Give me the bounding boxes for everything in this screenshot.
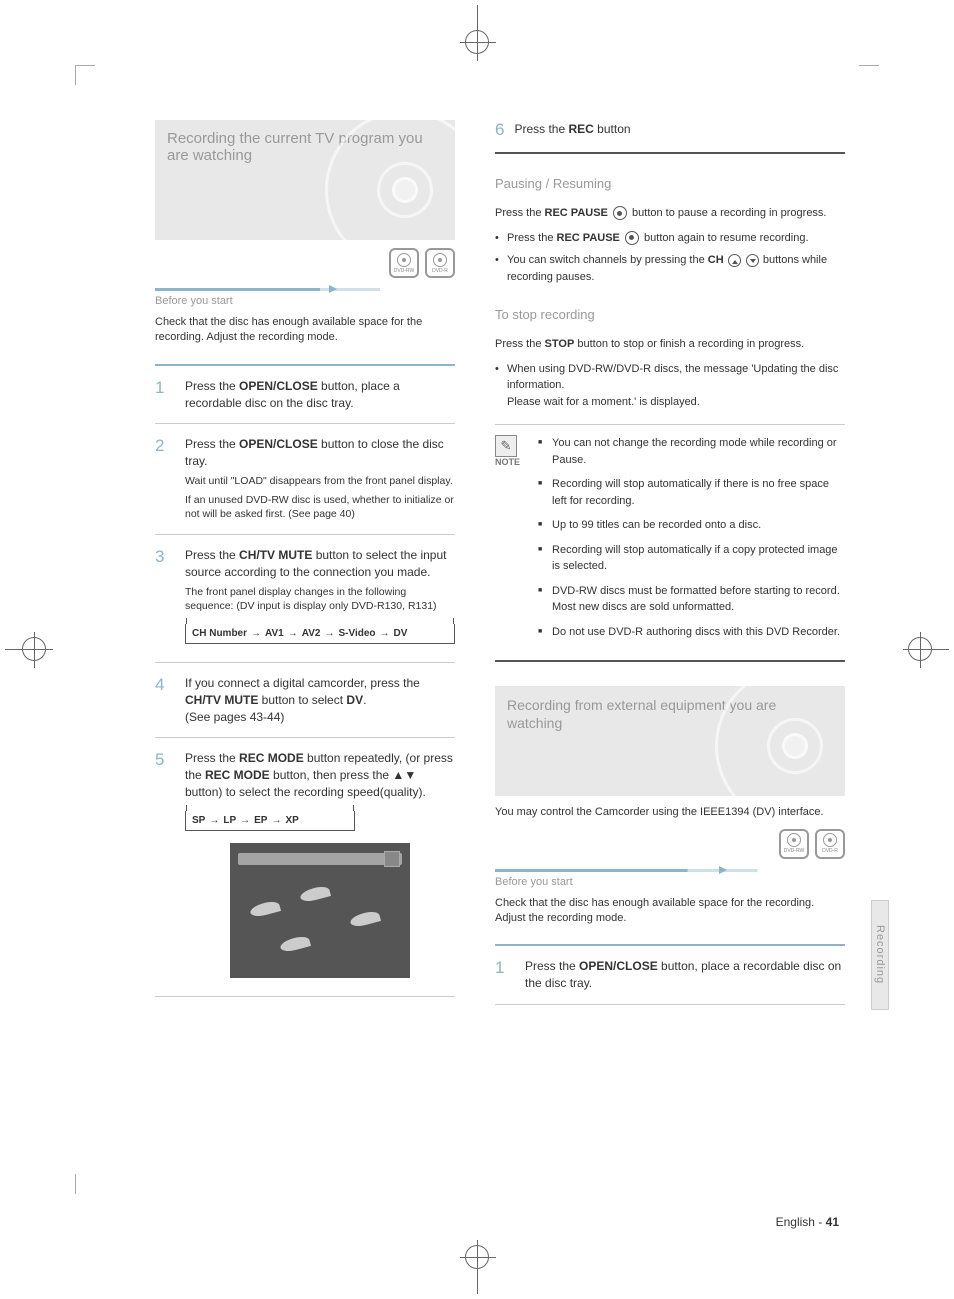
step-text: Press the OPEN/CLOSE button, place a rec… bbox=[185, 378, 455, 412]
step-number: 1 bbox=[495, 958, 504, 978]
seq-item: XP bbox=[285, 815, 298, 826]
disc-art-icon bbox=[715, 686, 845, 796]
section-hero: Recording the current TV program you are… bbox=[155, 120, 455, 240]
seq-item: SP bbox=[192, 815, 205, 826]
channel-up-icon bbox=[728, 254, 741, 267]
registration-mark-icon bbox=[908, 637, 932, 661]
trim-corner bbox=[75, 65, 95, 85]
seq-item: AV1 bbox=[265, 628, 284, 639]
separator bbox=[155, 737, 455, 738]
separator bbox=[155, 996, 455, 997]
disc-type-badges: DVD-RW DVD-R bbox=[495, 829, 845, 859]
accent-bar bbox=[155, 288, 455, 291]
registration-mark-icon bbox=[465, 1245, 489, 1269]
rec-pause-icon bbox=[613, 206, 627, 220]
step-number: 5 bbox=[155, 750, 164, 770]
footer-language: English - bbox=[776, 1215, 826, 1229]
step-text: Press the CH/TV MUTE button to select th… bbox=[185, 547, 455, 581]
trim-corner bbox=[859, 65, 879, 85]
step-number: 2 bbox=[155, 436, 164, 456]
step-note: Wait until "LOAD" disappears from the fr… bbox=[185, 474, 455, 489]
page-footer: English - 41 bbox=[776, 1215, 839, 1229]
step-note: If an unused DVD-RW disc is used, whethe… bbox=[185, 493, 455, 522]
dvd-rw-badge-icon: DVD-RW bbox=[779, 829, 809, 859]
page-number: 41 bbox=[826, 1215, 839, 1229]
list-item: You can not change the recording mode wh… bbox=[538, 435, 845, 468]
sequence-box: SP→ LP→ EP→ XP bbox=[185, 811, 355, 831]
dvd-r-badge-icon: DVD-R bbox=[425, 248, 455, 278]
page-content: Recording the current TV program you are… bbox=[155, 120, 845, 1017]
intro-text: Check that the disc has enough available… bbox=[155, 315, 455, 346]
step-1: 1 Press the OPEN/CLOSE button, place a r… bbox=[155, 378, 455, 412]
note-icon: ✎ bbox=[495, 435, 517, 457]
step-text: Press the OPEN/CLOSE button to close the… bbox=[185, 436, 455, 470]
before-you-start-label: Before you start bbox=[155, 293, 455, 307]
rule bbox=[495, 152, 845, 154]
note-box: ✎ NOTE You can not change the recording … bbox=[495, 424, 845, 662]
disc-art-icon bbox=[325, 120, 455, 240]
disc-type-badges: DVD-RW DVD-R bbox=[155, 248, 455, 278]
list-item: Up to 99 titles can be recorded onto a d… bbox=[538, 517, 845, 534]
dvd-r-badge-icon: DVD-R bbox=[815, 829, 845, 859]
seq-item: S-Video bbox=[338, 628, 375, 639]
list-item: Recording will stop automatically if the… bbox=[538, 476, 845, 509]
seq-item: AV2 bbox=[302, 628, 321, 639]
list-item: DVD-RW discs must be formatted before st… bbox=[538, 583, 845, 616]
rule bbox=[495, 944, 845, 946]
seq-item: LP bbox=[223, 815, 236, 826]
step-number: 4 bbox=[155, 675, 164, 695]
side-tab: Recording bbox=[871, 900, 889, 1010]
dvd-rw-badge-icon: DVD-RW bbox=[389, 248, 419, 278]
rule bbox=[155, 364, 455, 366]
list-item: Press the REC PAUSE button again to resu… bbox=[507, 230, 845, 247]
step-4: 4 If you connect a digital camcorder, pr… bbox=[155, 675, 455, 725]
step-3: 3 Press the CH/TV MUTE button to select … bbox=[155, 547, 455, 644]
step-number: 6 bbox=[495, 120, 504, 140]
separator bbox=[155, 534, 455, 535]
step-5: 5 Press the REC MODE button repeatedly, … bbox=[155, 750, 455, 977]
step-text: If you connect a digital camcorder, pres… bbox=[185, 675, 455, 725]
seq-item: CH Number bbox=[192, 628, 247, 639]
registration-mark-icon bbox=[22, 637, 46, 661]
note-list: You can not change the recording mode wh… bbox=[538, 435, 845, 648]
bullet-list: When using DVD-RW/DVD-R discs, the messa… bbox=[495, 361, 845, 411]
before-you-start-label: Before you start bbox=[495, 874, 845, 888]
rec-pause-icon bbox=[625, 231, 639, 245]
paragraph: Press the STOP button to stop or finish … bbox=[495, 336, 845, 353]
separator bbox=[495, 1004, 845, 1005]
bullet-list: Press the REC PAUSE button again to resu… bbox=[495, 230, 845, 286]
subsection-title: Pausing / Resuming bbox=[495, 176, 845, 191]
right-column: 6 Press the REC button Pausing / Resumin… bbox=[495, 120, 845, 1017]
step-number: 1 bbox=[155, 378, 164, 398]
accent-bar bbox=[495, 869, 845, 872]
list-item: You can switch channels by pressing the … bbox=[507, 252, 845, 285]
step-text: Press the OPEN/CLOSE button, place a rec… bbox=[525, 958, 845, 992]
step-text: Press the REC button bbox=[514, 120, 630, 140]
separator bbox=[155, 662, 455, 663]
step-number: 3 bbox=[155, 547, 164, 567]
list-item: Do not use DVD-R authoring discs with th… bbox=[538, 624, 845, 641]
step-1-right: 1 Press the OPEN/CLOSE button, place a r… bbox=[495, 958, 845, 992]
step-6: 6 Press the REC button bbox=[495, 120, 845, 140]
trim-corner bbox=[75, 1174, 95, 1194]
list-item: Recording will stop automatically if a c… bbox=[538, 542, 845, 575]
step-note: The front panel display changes in the f… bbox=[185, 585, 455, 614]
seq-item: DV bbox=[394, 628, 408, 639]
note-label: NOTE bbox=[495, 457, 520, 467]
intro-text: Check that the disc has enough available… bbox=[495, 896, 845, 927]
separator bbox=[155, 423, 455, 424]
step-text: Press the REC MODE button repeatedly, (o… bbox=[185, 750, 455, 800]
tv-screenshot bbox=[230, 843, 410, 978]
paragraph: Press the REC PAUSE button to pause a re… bbox=[495, 205, 845, 222]
list-item: When using DVD-RW/DVD-R discs, the messa… bbox=[507, 361, 845, 411]
registration-mark-icon bbox=[465, 30, 489, 54]
channel-down-icon bbox=[746, 254, 759, 267]
left-column: Recording the current TV program you are… bbox=[155, 120, 455, 1017]
subsection-title: To stop recording bbox=[495, 307, 845, 322]
dv-interface-text: You may control the Camcorder using the … bbox=[495, 804, 845, 821]
seq-item: EP bbox=[254, 815, 267, 826]
step-2: 2 Press the OPEN/CLOSE button to close t… bbox=[155, 436, 455, 522]
sequence-box: CH Number→ AV1→ AV2→ S-Video→ DV bbox=[185, 624, 455, 644]
section-hero: Recording from external equipment you ar… bbox=[495, 686, 845, 796]
